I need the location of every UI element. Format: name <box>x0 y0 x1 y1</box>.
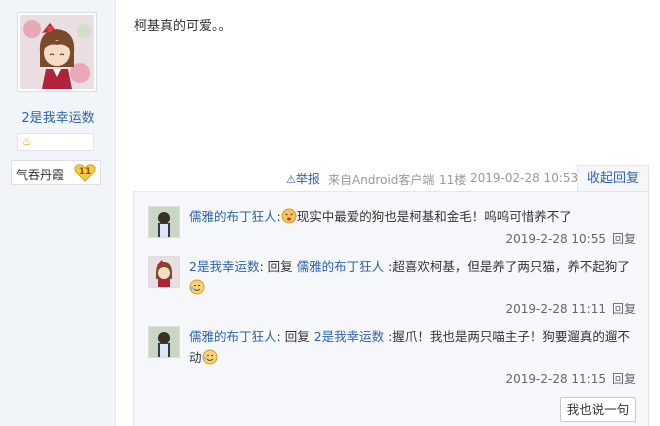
post-content: 柯基真的可爱。。 <box>134 19 232 34</box>
reply-word: 回复 <box>280 329 314 344</box>
say-something-button[interactable]: 我也说一句 <box>560 397 636 422</box>
comment-footer: 2019-2-28 11:15 回复 <box>416 370 636 387</box>
comment-user-link[interactable]: 儒雅的布丁狂人 <box>189 329 277 344</box>
author-avatar[interactable] <box>17 12 97 92</box>
commenter-avatar[interactable] <box>148 256 180 288</box>
comment-reply-button[interactable]: 回复 <box>612 302 636 316</box>
collapse-replies-button[interactable]: 收起回复 <box>577 165 649 192</box>
comment-time: 2019-2-28 11:15 <box>505 372 606 386</box>
comment-text: 儒雅的布丁狂人: 现实中最爱的狗也是柯基和金毛！呜呜可惜养不了 <box>189 206 639 230</box>
post-meta: ⚠举报 来自Android客户端 11楼 2019-02-28 10:53 收起… <box>0 165 660 192</box>
comment-footer: 2019-2-28 11:11 回复 <box>416 300 636 317</box>
comment-content: 现实中最爱的狗也是柯基和金毛！呜呜可惜养不了 <box>296 209 572 224</box>
reply-to-user-link[interactable]: 儒雅的布丁狂人 <box>297 259 385 274</box>
comment-footer: 2019-2-28 10:55 回复 <box>416 230 636 247</box>
flame-icon: ♨ <box>22 135 32 148</box>
comment-user-link[interactable]: 儒雅的布丁狂人 <box>189 209 277 224</box>
avatar-image <box>20 15 94 89</box>
level-bar: ♨ <box>17 133 94 151</box>
comment-reply-button[interactable]: 回复 <box>612 232 636 246</box>
smiley-emoji-icon <box>189 279 205 301</box>
comment-user-link[interactable]: 2是我幸运数 <box>189 259 259 274</box>
reply-panel: 儒雅的布丁狂人: 现实中最爱的狗也是柯基和金毛！呜呜可惜养不了 2019-2-28… <box>133 191 649 426</box>
reply-word: 回复 <box>263 259 297 274</box>
comment-text: 2是我幸运数: 回复 儒雅的布丁狂人 :超喜欢柯基，但是养了两只猫，养不起狗了 <box>189 256 639 301</box>
comment-reply-button[interactable]: 回复 <box>612 372 636 386</box>
report-link[interactable]: ⚠举报 <box>286 170 320 187</box>
author-sidebar: 2是我幸运数 ♨ 气吞丹霞 11 <box>0 0 116 426</box>
comment-text: 儒雅的布丁狂人: 回复 2是我幸运数 :握爪！我也是两只喵主子！狗要遛真的遛不动 <box>189 326 639 371</box>
warning-triangle-icon: ⚠ <box>286 173 296 186</box>
reply-to-user-link[interactable]: 2是我幸运数 <box>314 329 384 344</box>
report-label: 举报 <box>295 172 320 186</box>
comment-time: 2019-2-28 10:55 <box>505 232 606 246</box>
author-name[interactable]: 2是我幸运数 <box>0 107 116 126</box>
comment-content: 超喜欢柯基，但是养了两只猫，养不起狗了 <box>392 259 630 274</box>
smiley-emoji-icon <box>281 208 297 230</box>
post-source: 来自Android客户端 <box>328 173 435 187</box>
comment-time: 2019-2-28 11:11 <box>505 302 606 316</box>
smiley-emoji-icon <box>202 349 218 371</box>
post-floor: 11楼 <box>439 173 467 187</box>
post-time: 2019-02-28 10:53 <box>470 171 579 185</box>
commenter-avatar[interactable] <box>148 326 180 358</box>
commenter-avatar[interactable] <box>148 206 180 238</box>
